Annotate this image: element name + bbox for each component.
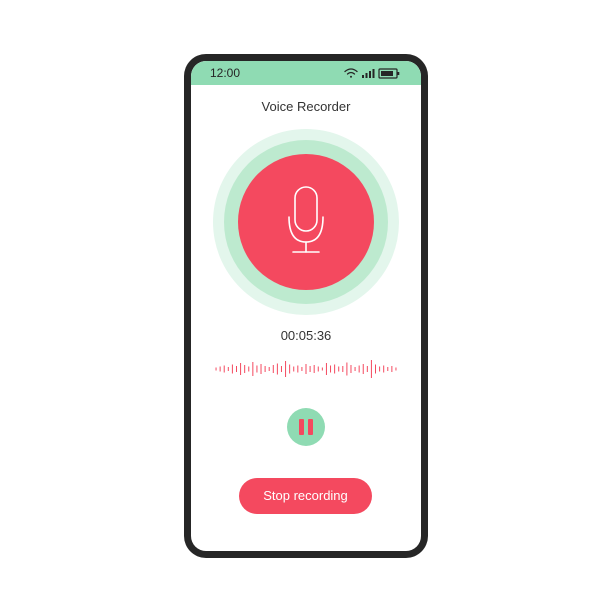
status-time: 12:00 (210, 66, 241, 80)
audio-waveform (215, 360, 397, 378)
page-title: Voice Recorder (261, 99, 351, 114)
phone-screen: 12:00 Voice Recorder 00:05:36 Stop recor… (191, 61, 421, 551)
stage: 12:00 Voice Recorder 00:05:36 Stop recor… (0, 0, 612, 612)
record-indicator (213, 129, 399, 315)
signal-icon (362, 69, 375, 78)
pause-button[interactable] (287, 408, 325, 446)
stop-recording-button[interactable]: Stop recording (239, 478, 372, 514)
pause-icon-bar (308, 419, 313, 435)
wifi-icon (344, 68, 358, 78)
record-rings (213, 129, 399, 315)
battery-icon (378, 68, 400, 79)
record-circle (238, 154, 374, 290)
recording-timer: 00:05:36 (280, 328, 332, 343)
status-icons (344, 68, 400, 79)
pause-icon (299, 419, 304, 435)
status-bar: 12:00 (191, 61, 421, 85)
